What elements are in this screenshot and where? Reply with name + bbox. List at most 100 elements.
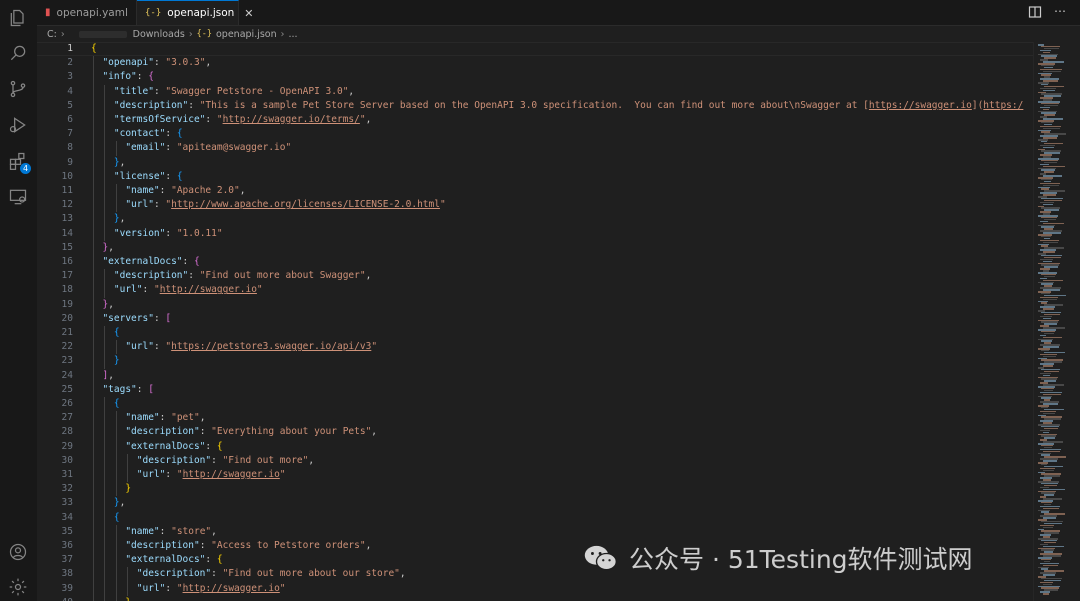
breadcrumb-folder[interactable]: Downloads: [133, 29, 185, 40]
chevron-right-icon: ›: [280, 28, 285, 40]
explorer-icon[interactable]: [6, 6, 30, 30]
line-number: 22: [61, 341, 73, 353]
line-number: 2: [67, 57, 73, 69]
wechat-watermark: 公众号 · 51Testing软件测试网: [583, 540, 973, 576]
code-line: "externalDocs": {: [125, 440, 223, 452]
line-number: 38: [61, 568, 73, 580]
account-icon[interactable]: [6, 540, 30, 564]
code-line: }: [91, 596, 131, 601]
line-number: 23: [61, 355, 73, 367]
code-line: "description": "Everything about your Pe…: [125, 426, 378, 438]
code-line: },: [102, 298, 114, 310]
code-line: "url": "https://petstore3.swagger.io/api…: [125, 341, 378, 353]
minimap-line: [1044, 332, 1054, 335]
code-line: "url": "http://www.apache.org/licenses/L…: [125, 199, 446, 211]
line-number: 32: [61, 483, 73, 495]
remote-explorer-icon[interactable]: [6, 185, 30, 209]
line-number: 1: [67, 43, 73, 54]
code-line: "externalDocs": {: [102, 256, 200, 267]
activity-bar: 4: [0, 0, 38, 601]
breadcrumb-file[interactable]: openapi.json: [216, 29, 277, 40]
line-number: 27: [61, 412, 73, 424]
line-number: 35: [61, 525, 73, 537]
code-line: },: [113, 497, 126, 509]
code-line: "description": "Find out more about our …: [136, 568, 406, 580]
code-line: "url": "http://swagger.io": [113, 284, 263, 296]
line-number: 9: [67, 156, 73, 168]
code-line: ],: [102, 369, 114, 381]
code-line: {: [113, 511, 120, 523]
minimap-line: [1042, 593, 1049, 595]
line-number: 11: [61, 185, 73, 196]
line-number: 15: [61, 241, 73, 253]
tab-label: openapi.yaml: [56, 6, 128, 19]
line-number: 26: [61, 398, 73, 409]
code-line: "contact": {: [113, 128, 183, 140]
breadcrumb-drive[interactable]: C:: [47, 29, 57, 40]
line-number: 5: [67, 99, 73, 111]
json-file-icon: {-}: [145, 8, 162, 18]
yaml-file-icon: ▮: [45, 7, 51, 18]
breadcrumb: C: › Downloads › {-} openapi.json › ...: [37, 26, 1080, 42]
tab-label: openapi.json: [167, 7, 235, 19]
split-editor-icon[interactable]: [1027, 4, 1043, 20]
code-line: "termsOfService": "http://swagger.io/ter…: [113, 114, 372, 125]
line-number: 17: [61, 270, 73, 282]
line-number: 10: [61, 170, 73, 182]
code-area[interactable]: { "openapi": "3.0.3", "info": { "title":…: [91, 42, 1033, 601]
line-number-gutter: 1 2 3 4 5 6 7 8 9 10 11 12 13 14 15 16 17 18 19 20 21 22 23 24 2…: [37, 42, 77, 601]
more-actions-icon[interactable]: ⋯: [1052, 4, 1068, 20]
minimap-line: [1042, 365, 1053, 367]
line-number: 16: [61, 256, 73, 267]
code-line: }: [125, 483, 132, 495]
line-number: 34: [61, 511, 73, 523]
code-line: "name": "Apache 2.0",: [125, 185, 246, 196]
line-number: 19: [61, 298, 73, 310]
code-line: "version": "1.0.11": [113, 227, 223, 239]
code-line: "description": "Access to Petstore order…: [125, 540, 372, 551]
code-line: "info": {: [102, 71, 154, 83]
settings-gear-icon[interactable]: [6, 575, 30, 599]
code-line: "url": "http://swagger.io": [136, 469, 286, 480]
chevron-right-icon: ›: [188, 28, 193, 40]
line-number: 8: [67, 142, 73, 154]
close-icon[interactable]: ✕: [244, 7, 253, 20]
wechat-logo-icon: [584, 545, 617, 571]
line-number: 24: [61, 369, 73, 381]
minimap[interactable]: [1033, 42, 1080, 601]
line-number: 29: [61, 440, 73, 452]
line-number: 40: [37, 596, 73, 601]
extensions-icon[interactable]: 4: [6, 149, 31, 174]
search-icon[interactable]: [6, 41, 30, 65]
code-line: "externalDocs": {: [125, 554, 223, 566]
minimap-line: [1044, 494, 1054, 496]
tab-openapi-yaml[interactable]: ▮ openapi.yaml: [37, 0, 137, 25]
code-editor[interactable]: 1 2 3 4 5 6 7 8 9 10 11 12 13 14 15 16 17 18 19 20 21 22 23 24 2…: [37, 42, 1033, 601]
code-line: "description": "This is a sample Pet Sto…: [113, 99, 1024, 111]
line-number: 20: [61, 312, 73, 324]
code-line: "email": "apiteam@swagger.io": [125, 142, 292, 154]
line-number: 7: [67, 128, 73, 140]
code-line: "description": "Find out more about Swag…: [113, 270, 372, 282]
tab-openapi-json[interactable]: {-} openapi.json ✕: [137, 0, 254, 25]
line-number: 4: [67, 85, 73, 97]
code-line: },: [113, 213, 126, 225]
code-line: "description": "Find out more",: [136, 454, 315, 466]
line-number: 28: [61, 426, 73, 438]
line-number: 18: [61, 284, 73, 296]
code-line: "name": "pet",: [125, 412, 206, 424]
source-control-icon[interactable]: [6, 77, 30, 101]
json-file-icon: {-}: [196, 29, 212, 39]
breadcrumb-symbol[interactable]: ...: [288, 29, 297, 40]
code-line: "name": "store",: [125, 525, 217, 537]
code-line: "servers": [: [102, 312, 172, 324]
line-number: 36: [61, 540, 73, 551]
code-line: "license": {: [113, 170, 183, 182]
line-number: 3: [67, 71, 73, 83]
line-number: 30: [61, 454, 73, 466]
code-line: "openapi": "3.0.3",: [102, 57, 212, 69]
line-number: 14: [61, 227, 73, 239]
run-debug-icon[interactable]: [6, 113, 30, 137]
tab-bar: ▮ openapi.yaml {-} openapi.json ✕ ⋯: [37, 0, 1080, 26]
code-line: },: [113, 156, 126, 168]
